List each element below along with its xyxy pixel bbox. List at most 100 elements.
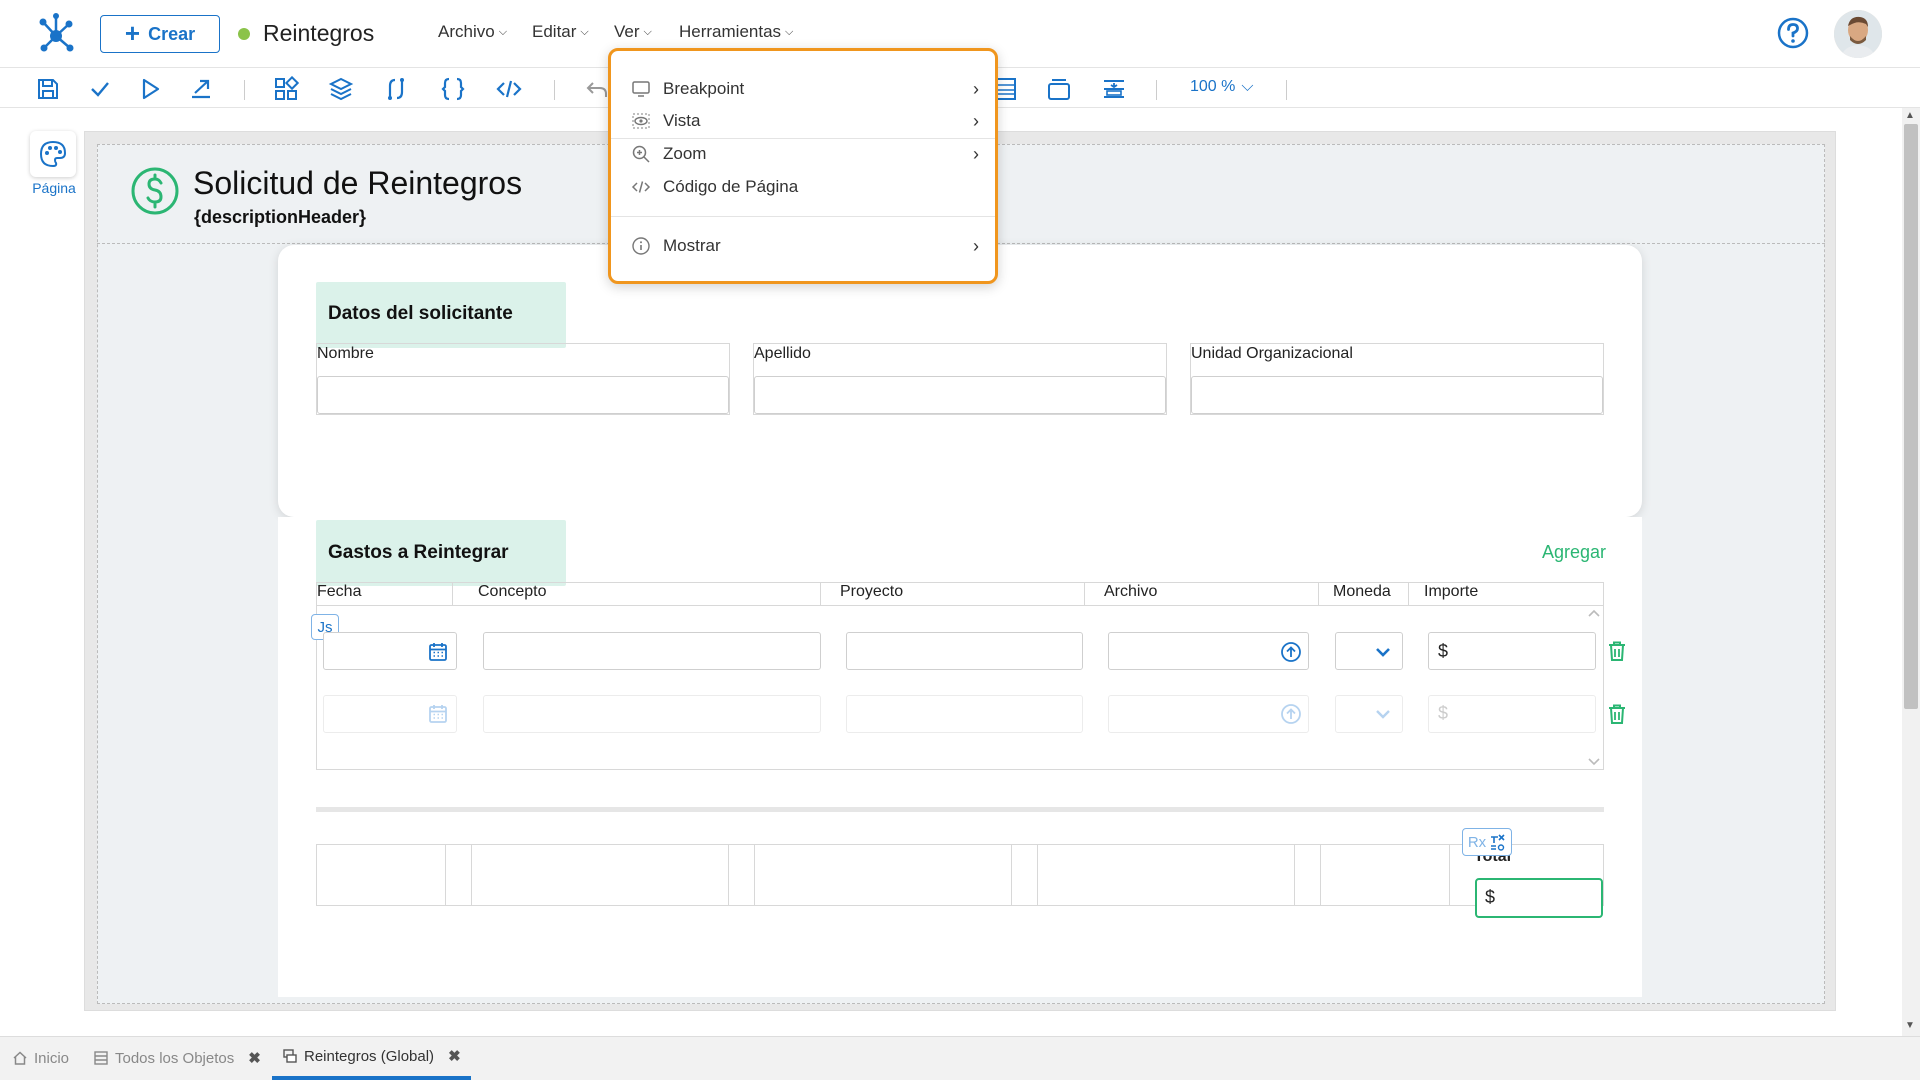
menu-item-vista[interactable]: Vista › — [611, 106, 995, 136]
upload-icon[interactable] — [1280, 703, 1302, 725]
trash-icon[interactable] — [1607, 703, 1627, 725]
page-style-label: Página — [32, 180, 76, 196]
chevron-right-icon: › — [973, 110, 979, 131]
page-subtitle: {descriptionHeader} — [194, 207, 367, 227]
ver-dropdown-menu: Breakpoint › Vista › Zoom › Código de Pá… — [608, 48, 998, 284]
close-icon[interactable]: ✖ — [448, 1047, 461, 1065]
col-importe: Importe — [1424, 583, 1479, 600]
help-icon[interactable] — [1776, 16, 1810, 50]
flow-icon[interactable] — [383, 76, 409, 102]
menu-item-mostrar[interactable]: Mostrar › — [611, 231, 995, 261]
proyecto-input[interactable] — [846, 632, 1083, 670]
concepto-input[interactable] — [483, 695, 821, 733]
window-icon[interactable] — [1046, 76, 1072, 102]
form-icon — [283, 1049, 297, 1063]
menu-separator — [611, 216, 995, 217]
col-concepto: Concepto — [478, 583, 547, 600]
menu-archivo-label: Archivo — [438, 22, 495, 41]
apellido-label: Apellido — [754, 345, 811, 362]
menu-herramientas[interactable]: Herramientas ⌵ — [679, 22, 793, 42]
menu-ver[interactable]: Ver ⌵ — [614, 22, 652, 42]
undo-icon[interactable] — [584, 76, 610, 102]
col-separator — [820, 582, 821, 606]
menu-item-breakpoint-label: Breakpoint — [663, 79, 745, 98]
chevron-right-icon: › — [973, 143, 979, 164]
scroll-up-icon[interactable]: ▲ — [1905, 110, 1915, 121]
menu-ver-label: Ver — [614, 22, 640, 41]
braces-icon[interactable] — [440, 76, 466, 102]
nombre-label: Nombre — [317, 345, 374, 362]
chevron-down-icon[interactable] — [1372, 703, 1394, 725]
tab-reintegros-global-label: Reintegros (Global) — [304, 1047, 435, 1065]
col-separator — [1084, 582, 1085, 606]
create-button[interactable]: + Crear — [100, 15, 220, 53]
col-separator — [1318, 582, 1319, 606]
layers-icon[interactable] — [328, 76, 354, 102]
app-logo-icon[interactable] — [36, 12, 76, 52]
tab-inicio-label: Inicio — [34, 1049, 70, 1067]
currency-symbol: $ — [1485, 887, 1496, 907]
code-icon[interactable] — [496, 76, 522, 102]
toolbar-divider — [554, 80, 555, 100]
close-icon[interactable]: ✖ — [248, 1049, 261, 1067]
trash-icon[interactable] — [1607, 640, 1627, 662]
calendar-icon[interactable] — [427, 703, 449, 725]
home-icon — [13, 1051, 27, 1065]
tab-inicio[interactable]: Inicio — [12, 1036, 69, 1080]
total-cell — [471, 844, 729, 906]
total-cell — [754, 844, 1012, 906]
archivo-input[interactable] — [1108, 632, 1309, 670]
align-icon[interactable] — [1101, 76, 1127, 102]
tab-todos-objetos[interactable]: Todos los Objetos ✖ — [93, 1036, 261, 1080]
export-icon[interactable] — [188, 76, 214, 102]
plus-icon: + — [124, 18, 141, 48]
check-icon[interactable] — [87, 76, 113, 102]
tab-reintegros-global[interactable]: Reintegros (Global) ✖ — [272, 1036, 471, 1080]
importe-input[interactable] — [1428, 695, 1596, 733]
scroll-down-icon[interactable]: ▼ — [1905, 1020, 1915, 1031]
nombre-input[interactable] — [317, 376, 729, 414]
code-icon — [631, 181, 651, 193]
col-archivo: Archivo — [1104, 583, 1158, 600]
rx-badge[interactable]: Rx — [1462, 828, 1512, 856]
expenses-section-title: Gastos a Reintegrar — [328, 542, 509, 563]
rx-badge-label: Rx — [1467, 833, 1487, 851]
scrollbar-thumb[interactable] — [1904, 124, 1918, 709]
play-icon[interactable] — [137, 76, 163, 102]
menu-item-zoom[interactable]: Zoom › — [611, 139, 995, 169]
components-icon[interactable] — [273, 76, 299, 102]
archivo-input[interactable] — [1108, 695, 1309, 733]
chevron-down-icon: ⌵ — [580, 25, 589, 38]
zoom-select[interactable]: 100 % ⌵ — [1190, 78, 1254, 96]
menu-archivo[interactable]: Archivo ⌵ — [438, 22, 507, 42]
toolbar-divider — [1156, 80, 1157, 100]
concepto-input[interactable] — [483, 632, 821, 670]
col-separator — [1408, 582, 1409, 606]
chevron-down-icon: ⌵ — [785, 25, 794, 38]
user-avatar[interactable] — [1834, 10, 1882, 58]
zoom-value: 100 % — [1190, 78, 1236, 95]
grid-body — [316, 606, 1604, 770]
apellido-input[interactable] — [754, 376, 1166, 414]
add-row-link[interactable]: Agregar — [1542, 542, 1606, 563]
proyecto-input[interactable] — [846, 695, 1083, 733]
chevron-right-icon: › — [973, 235, 979, 256]
chevron-down-icon: ⌵ — [498, 25, 508, 38]
importe-input[interactable] — [1428, 632, 1596, 670]
chevron-down-icon[interactable] — [1372, 641, 1394, 663]
menu-editar-label: Editar — [532, 22, 577, 41]
calendar-icon[interactable] — [427, 641, 449, 663]
menu-item-breakpoint[interactable]: Breakpoint › — [611, 74, 995, 104]
menu-item-vista-label: Vista — [663, 111, 701, 130]
page-style-button[interactable] — [30, 131, 76, 177]
menu-editar[interactable]: Editar ⌵ — [532, 22, 589, 42]
menu-item-codigo-pagina[interactable]: Código de Página — [611, 172, 995, 202]
menu-item-mostrar-label: Mostrar — [663, 236, 721, 255]
palette-icon — [39, 140, 67, 168]
chevron-down-icon[interactable] — [1586, 756, 1602, 768]
unidad-input[interactable] — [1191, 376, 1603, 414]
save-icon[interactable] — [35, 76, 61, 102]
menu-item-codigo-pagina-label: Código de Página — [663, 177, 799, 196]
chevron-up-icon[interactable] — [1586, 607, 1602, 619]
upload-icon[interactable] — [1280, 641, 1302, 663]
